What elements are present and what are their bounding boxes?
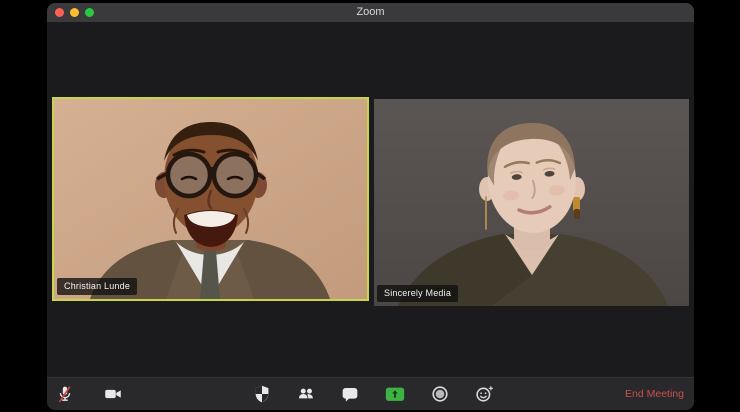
end-meeting-button[interactable]: End Meeting [625, 378, 684, 410]
participant-name-label: Sincerely Media [377, 285, 459, 302]
video-tile-sincerely-media[interactable]: Sincerely Media [374, 99, 689, 306]
video-tile-christian-lunde[interactable]: Christian Lunde [52, 97, 369, 301]
meeting-toolbar: End Meeting [47, 377, 694, 410]
participants-icon [298, 388, 313, 399]
titlebar: Zoom [47, 3, 694, 23]
participants-button[interactable] [294, 382, 318, 406]
participant-video-portrait [374, 99, 689, 306]
microphone-muted-icon [59, 386, 71, 403]
zoom-window: Zoom Christian Lunde Sincerely Media End… [47, 3, 694, 410]
video-gallery: Christian Lunde Sincerely Media [47, 22, 694, 378]
screen: Zoom Christian Lunde Sincerely Media End… [0, 0, 740, 412]
security-button[interactable] [250, 382, 274, 406]
chat-bubble-icon [342, 388, 358, 402]
share-screen-icon [385, 387, 405, 401]
video-camera-icon [105, 389, 121, 399]
participant-video-portrait [54, 99, 367, 299]
video-button[interactable] [101, 382, 125, 406]
smiley-reactions-icon [476, 386, 494, 402]
chat-button[interactable] [338, 382, 362, 406]
participant-name-label: Christian Lunde [57, 278, 138, 295]
mute-button[interactable] [53, 382, 77, 406]
window-title: Zoom [356, 6, 385, 18]
shield-icon [255, 385, 269, 403]
reactions-button[interactable] [472, 382, 496, 406]
record-circle-icon [432, 386, 448, 402]
share-screen-button[interactable] [383, 382, 407, 406]
record-button[interactable] [428, 382, 452, 406]
